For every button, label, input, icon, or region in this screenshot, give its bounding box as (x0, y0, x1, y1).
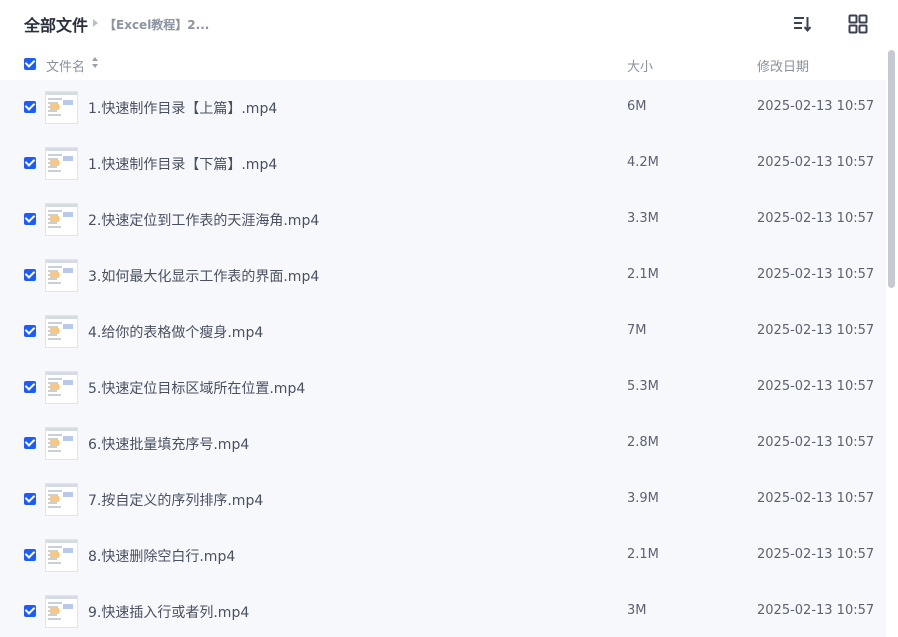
file-modified-date: 2025-02-13 10:57 (757, 211, 875, 226)
file-size: 3M (627, 603, 647, 618)
file-row[interactable]: 8.快速删除空白行.mp4 2.1M 2025-02-13 10:57 (0, 528, 886, 584)
file-row[interactable]: 6.快速批量填充序号.mp4 2.8M 2025-02-13 10:57 (0, 416, 886, 472)
file-modified-date: 2025-02-13 10:57 (757, 323, 875, 338)
file-modified-date: 2025-02-13 10:57 (757, 435, 875, 450)
file-name[interactable]: 3.如何最大化显示工作表的界面.mp4 (88, 266, 319, 286)
file-row[interactable]: 1.快速制作目录【下篇】.mp4 4.2M 2025-02-13 10:57 (0, 136, 886, 192)
file-size: 4.2M (627, 155, 659, 170)
column-name-header[interactable]: 文件名 (46, 56, 85, 75)
file-name[interactable]: 8.快速删除空白行.mp4 (88, 546, 235, 566)
file-name[interactable]: 5.快速定位目标区域所在位置.mp4 (88, 378, 305, 398)
row-checkbox[interactable] (24, 269, 36, 281)
file-row[interactable]: 7.按自定义的序列排序.mp4 3.9M 2025-02-13 10:57 (0, 472, 886, 528)
scrollbar-thumb[interactable] (888, 50, 895, 288)
video-thumbnail (45, 91, 78, 124)
video-thumbnail (45, 203, 78, 236)
column-size-header[interactable]: 大小 (627, 56, 653, 75)
file-row[interactable]: 4.给你的表格做个瘦身.mp4 7M 2025-02-13 10:57 (0, 304, 886, 360)
file-modified-date: 2025-02-13 10:57 (757, 99, 875, 114)
breadcrumb-root[interactable]: 全部文件 (24, 12, 88, 36)
file-size: 6M (627, 99, 647, 114)
file-size: 2.1M (627, 267, 659, 282)
file-name[interactable]: 1.快速制作目录【上篇】.mp4 (88, 98, 277, 118)
column-header: 文件名 大小 修改日期 (0, 48, 886, 80)
file-modified-date: 2025-02-13 10:57 (757, 547, 875, 562)
file-row[interactable]: 3.如何最大化显示工作表的界面.mp4 2.1M 2025-02-13 10:5… (0, 248, 886, 304)
sort-toggle-icon[interactable] (92, 57, 100, 69)
file-modified-date: 2025-02-13 10:57 (757, 267, 875, 282)
file-modified-date: 2025-02-13 10:57 (757, 491, 875, 506)
file-name[interactable]: 2.快速定位到工作表的天涯海角.mp4 (88, 210, 319, 230)
file-name[interactable]: 6.快速批量填充序号.mp4 (88, 434, 249, 454)
row-checkbox[interactable] (24, 605, 36, 617)
file-row[interactable]: 2.快速定位到工作表的天涯海角.mp4 3.3M 2025-02-13 10:5… (0, 192, 886, 248)
top-bar: 全部文件 【Excel教程】2... (0, 0, 898, 48)
file-size: 3.3M (627, 211, 659, 226)
video-thumbnail (45, 147, 78, 180)
file-modified-date: 2025-02-13 10:57 (757, 379, 875, 394)
file-name[interactable]: 7.按自定义的序列排序.mp4 (88, 490, 263, 510)
row-checkbox[interactable] (24, 325, 36, 337)
video-thumbnail (45, 315, 78, 348)
file-name[interactable]: 4.给你的表格做个瘦身.mp4 (88, 322, 263, 342)
file-name[interactable]: 9.快速插入行或者列.mp4 (88, 602, 249, 622)
row-checkbox[interactable] (24, 549, 36, 561)
breadcrumb-separator-icon (93, 19, 98, 27)
video-thumbnail (45, 483, 78, 516)
file-size: 2.1M (627, 547, 659, 562)
video-thumbnail (45, 427, 78, 460)
file-name[interactable]: 1.快速制作目录【下篇】.mp4 (88, 154, 277, 174)
file-size: 3.9M (627, 491, 659, 506)
row-checkbox[interactable] (24, 157, 36, 169)
row-checkbox[interactable] (24, 213, 36, 225)
row-checkbox[interactable] (24, 437, 36, 449)
row-checkbox[interactable] (24, 381, 36, 393)
breadcrumb-current[interactable]: 【Excel教程】2... (104, 16, 209, 33)
file-modified-date: 2025-02-13 10:57 (757, 155, 875, 170)
scrollbar[interactable] (886, 48, 898, 637)
file-size: 5.3M (627, 379, 659, 394)
sort-list-icon[interactable] (791, 13, 813, 35)
file-row[interactable]: 5.快速定位目标区域所在位置.mp4 5.3M 2025-02-13 10:57 (0, 360, 886, 416)
row-checkbox[interactable] (24, 493, 36, 505)
video-thumbnail (45, 539, 78, 572)
column-modified-header[interactable]: 修改日期 (757, 56, 809, 75)
select-all-checkbox[interactable] (24, 58, 36, 70)
video-thumbnail (45, 371, 78, 404)
file-row[interactable]: 1.快速制作目录【上篇】.mp4 6M 2025-02-13 10:57 (0, 80, 886, 136)
file-list: 1.快速制作目录【上篇】.mp4 6M 2025-02-13 10:57 1.快… (0, 80, 886, 637)
grid-view-icon[interactable] (847, 13, 869, 35)
video-thumbnail (45, 259, 78, 292)
file-size: 7M (627, 323, 647, 338)
file-size: 2.8M (627, 435, 659, 450)
video-thumbnail (45, 595, 78, 628)
file-modified-date: 2025-02-13 10:57 (757, 603, 875, 618)
file-row[interactable]: 9.快速插入行或者列.mp4 3M 2025-02-13 10:57 (0, 584, 886, 637)
row-checkbox[interactable] (24, 101, 36, 113)
